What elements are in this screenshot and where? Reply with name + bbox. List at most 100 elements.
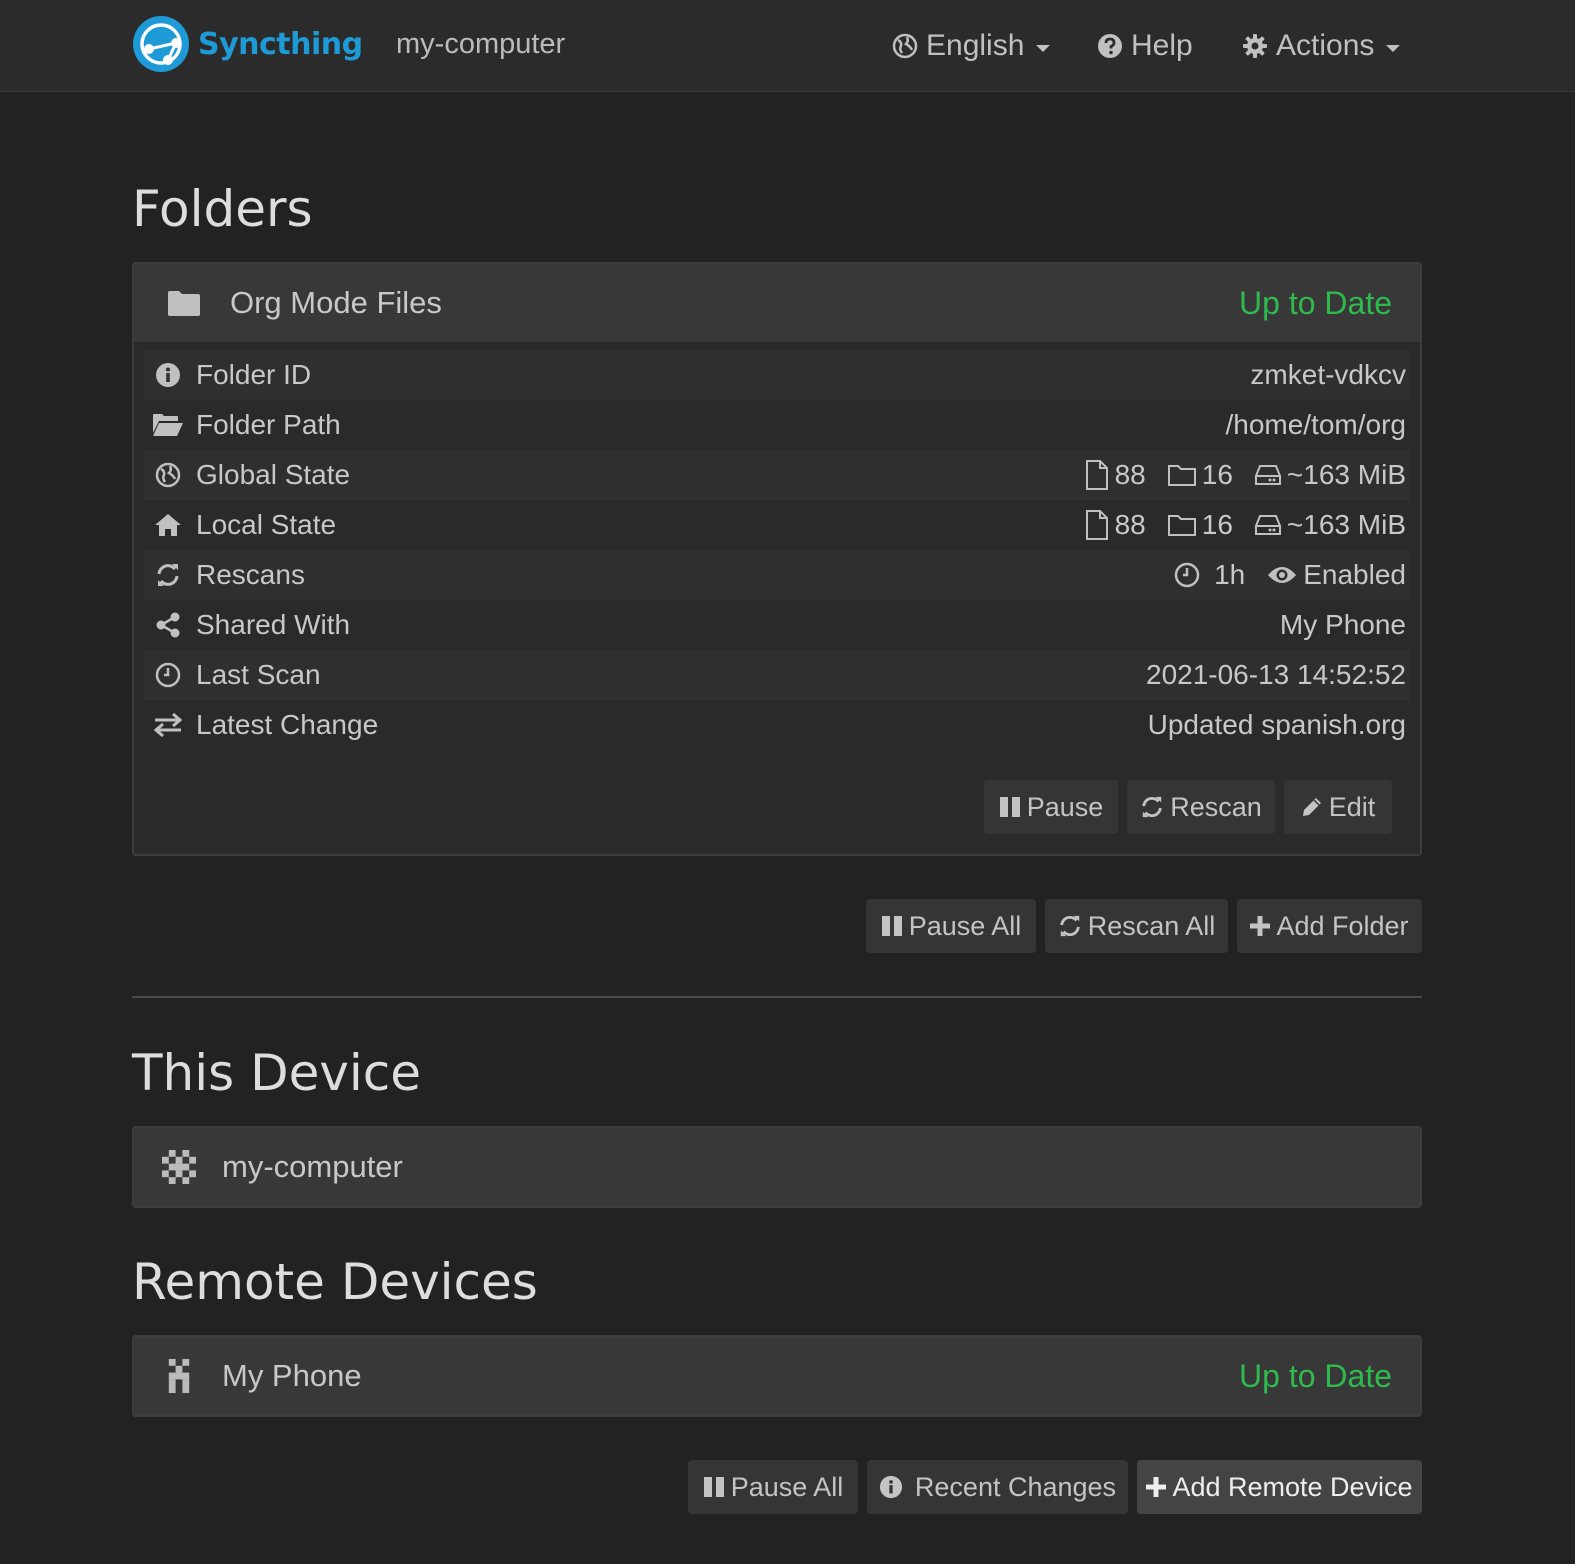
folder-path-label: Folder Path: [196, 409, 341, 440]
brand-name: Syncthing: [198, 26, 363, 62]
folder-status: Up to Date: [1239, 284, 1392, 321]
gear-icon: [1243, 34, 1267, 58]
folder-icon: [168, 291, 200, 316]
navbar: Syncthing my-computer English Help Actio…: [0, 0, 1575, 92]
folder-id-label: Folder ID: [196, 359, 312, 390]
rescan-all-button[interactable]: Rescan All: [1045, 899, 1228, 953]
info-icon: [879, 1475, 902, 1499]
folder-open-icon: [153, 414, 183, 436]
pause-icon: [703, 1477, 724, 1497]
rescan-label: Rescan: [1170, 791, 1262, 822]
this-device-name: my-computer: [222, 1149, 403, 1184]
folder-path-value: /home/tom/org: [1225, 409, 1406, 440]
this-device-panel: my-computer: [132, 1126, 1422, 1208]
home-icon: [155, 514, 181, 536]
actions-dropdown[interactable]: Actions: [1242, 26, 1401, 66]
hard-drive-icon: [1254, 515, 1281, 535]
latest-change-label: Latest Change: [196, 709, 379, 740]
pause-icon: [881, 916, 902, 936]
remote-device-heading-row[interactable]: My Phone Up to Date: [134, 1337, 1420, 1415]
rescans-label: Rescans: [196, 559, 305, 590]
pause-all-label: Pause All: [908, 910, 1022, 941]
pause-label: Pause: [1026, 791, 1104, 822]
remote-device-panel: My Phone Up to Date: [132, 1335, 1422, 1417]
last-scan-row: Last Scan 2021-06-13 14:52:52: [144, 650, 1410, 700]
this-device-heading-row[interactable]: my-computer: [134, 1128, 1420, 1206]
last-scan-label: Last Scan: [196, 659, 321, 690]
global-state-row: Global State 88 16 ~163 MiB: [144, 450, 1410, 500]
folder-name: Org Mode Files: [230, 285, 442, 320]
plus-icon: [1250, 916, 1271, 936]
section-divider: [132, 996, 1422, 998]
add-remote-device-button[interactable]: Add Remote Device: [1137, 1460, 1422, 1514]
global-state-label: Global State: [196, 459, 351, 490]
device-identicon-icon: [168, 1359, 190, 1393]
local-state-row: Local State 88 16 ~163 MiB: [144, 500, 1410, 550]
global-size: ~163 MiB: [1286, 459, 1406, 490]
nav-device-name: my-computer: [396, 28, 566, 60]
edit-button[interactable]: Edit: [1284, 780, 1392, 834]
global-state-value: 88 16 ~163 MiB: [1063, 459, 1406, 491]
actions-label: Actions: [1276, 29, 1375, 62]
device-identicon-icon: [162, 1150, 196, 1184]
local-size: ~163 MiB: [1286, 509, 1406, 540]
latest-change-value[interactable]: Updated spanish.org: [1148, 709, 1406, 741]
exchange-icon: [153, 713, 183, 737]
recent-changes-button[interactable]: Recent Changes: [867, 1460, 1128, 1514]
folder-id-row: Folder ID zmket-vdkcv: [144, 350, 1410, 400]
folders-heading: Folders: [132, 180, 313, 238]
folder-outline-icon: [1167, 515, 1196, 536]
this-device-heading: This Device: [132, 1044, 422, 1102]
plus-icon: [1146, 1477, 1167, 1497]
last-scan-value: 2021-06-13 14:52:52: [1146, 659, 1406, 690]
local-state-value: 88 16 ~163 MiB: [1063, 509, 1406, 541]
pause-all-devices-button[interactable]: Pause All: [688, 1460, 858, 1514]
refresh-icon: [157, 564, 179, 586]
globe-icon: [892, 33, 918, 59]
folder-id-value: zmket-vdkcv: [1250, 359, 1406, 390]
rescan-button[interactable]: Rescan: [1127, 780, 1275, 834]
folder-outline-icon: [1167, 465, 1196, 486]
latest-change-row: Latest Change Updated spanish.org: [144, 700, 1410, 750]
recent-changes-label: Recent Changes: [914, 1471, 1117, 1502]
pause-button[interactable]: Pause: [984, 780, 1118, 834]
remote-device-name: My Phone: [222, 1358, 362, 1393]
hard-drive-icon: [1254, 465, 1281, 485]
share-icon: [156, 612, 180, 638]
add-remote-device-label: Add Remote Device: [1172, 1471, 1413, 1502]
language-label: English: [926, 29, 1025, 62]
local-files-count: 88: [1114, 509, 1146, 540]
file-icon: [1085, 510, 1108, 540]
rescans-row: Rescans 1h Enabled: [144, 550, 1410, 600]
chevron-down-icon: [1036, 44, 1051, 52]
folder-path-row: Folder Path /home/tom/org: [144, 400, 1410, 450]
pause-all-devices-label: Pause All: [730, 1471, 844, 1502]
chevron-down-icon: [1386, 44, 1401, 52]
watcher-status: Enabled: [1303, 559, 1406, 590]
add-folder-button[interactable]: Add Folder: [1237, 899, 1422, 953]
rescans-value: 1h Enabled: [1152, 559, 1406, 591]
remote-devices-heading: Remote Devices: [132, 1253, 538, 1311]
folder-panel-heading[interactable]: Org Mode Files Up to Date: [134, 264, 1420, 342]
pause-icon: [999, 797, 1020, 817]
pause-all-folders-button[interactable]: Pause All: [866, 899, 1036, 953]
pencil-icon: [1302, 798, 1321, 816]
shared-with-row: Shared With My Phone: [144, 600, 1410, 650]
local-state-label: Local State: [196, 509, 337, 540]
rescan-all-label: Rescan All: [1087, 910, 1216, 941]
global-dirs-count: 16: [1201, 459, 1233, 490]
clock-icon: [155, 662, 181, 688]
folder-panel: Org Mode Files Up to Date Folder ID zmke…: [132, 262, 1422, 856]
global-files-count: 88: [1114, 459, 1146, 490]
language-dropdown[interactable]: English: [892, 26, 1051, 66]
file-icon: [1085, 460, 1108, 490]
syncthing-logo-icon: [133, 16, 189, 72]
edit-label: Edit: [1328, 791, 1376, 822]
refresh-icon: [1142, 796, 1162, 818]
eye-icon: [1268, 567, 1297, 583]
help-menu[interactable]: Help: [1097, 26, 1193, 66]
brand-logo[interactable]: Syncthing: [132, 15, 363, 73]
remote-device-status: Up to Date: [1239, 1357, 1392, 1394]
info-icon: [156, 363, 180, 387]
shared-with-value: My Phone: [1279, 609, 1406, 640]
